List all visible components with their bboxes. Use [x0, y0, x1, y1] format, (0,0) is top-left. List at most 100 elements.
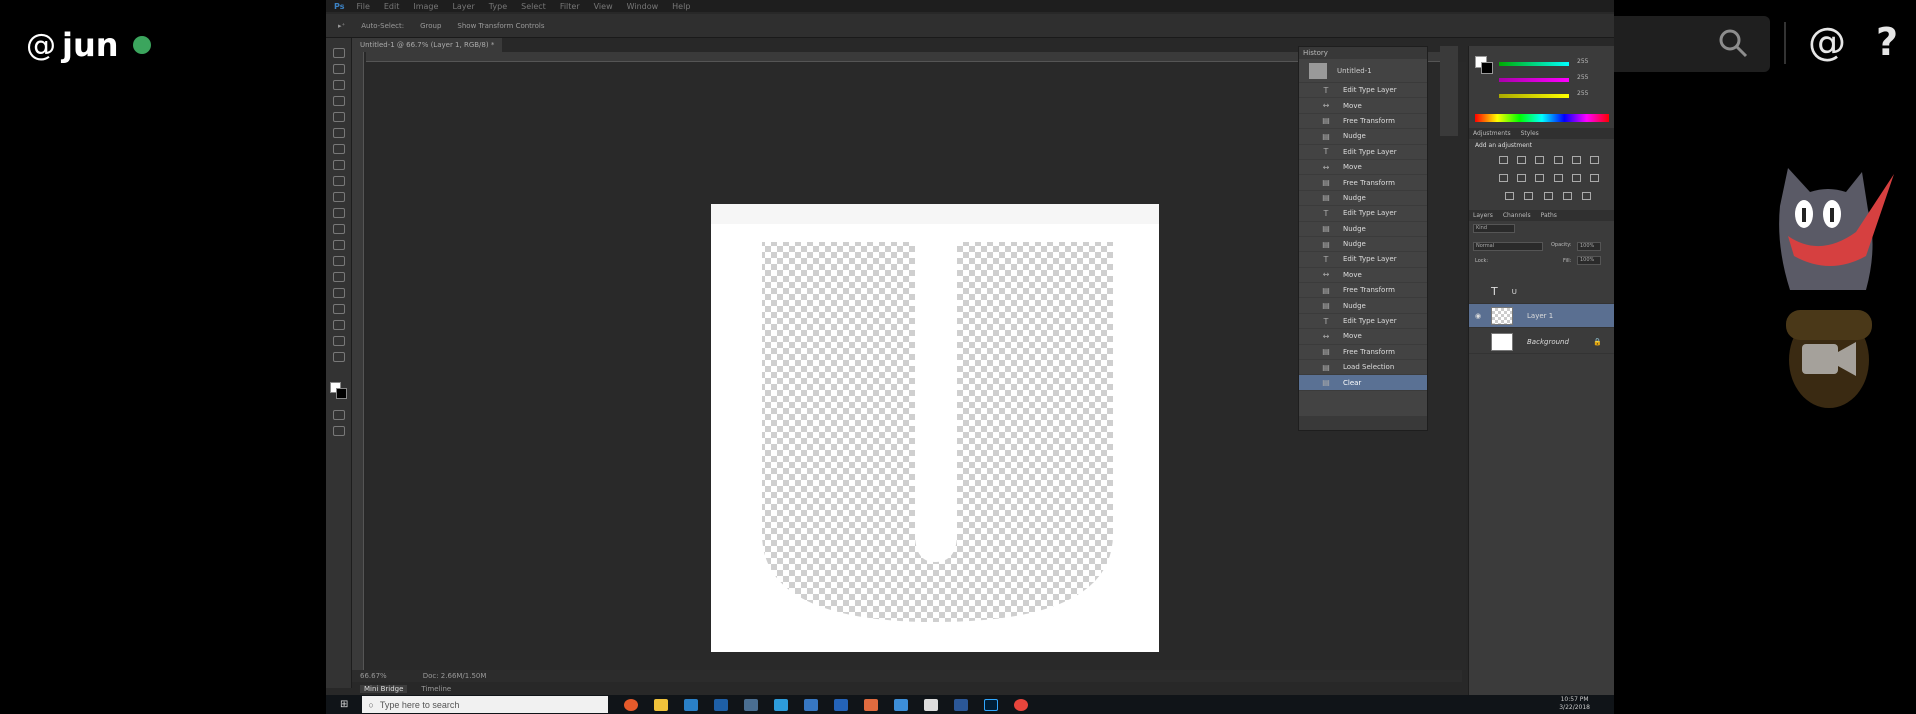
app-icon-4[interactable] — [774, 698, 789, 711]
history-item[interactable]: ↔ Move — [1299, 268, 1427, 284]
user-header[interactable]: @ jun — [26, 26, 151, 64]
tab-paths[interactable]: Paths — [1541, 212, 1557, 219]
quick-select-tool-icon[interactable] — [333, 96, 345, 106]
history-item[interactable]: T Edit Type Layer — [1299, 314, 1427, 330]
search-icon[interactable] — [1718, 28, 1748, 62]
layer-filter-kind[interactable]: Kind — [1473, 224, 1515, 233]
history-item[interactable]: ↔ Move — [1299, 98, 1427, 114]
menu-window[interactable]: Window — [627, 2, 659, 11]
move-tool-icon[interactable]: ▸⁺ — [338, 22, 345, 30]
color-slider-b[interactable] — [1499, 94, 1569, 98]
history-item[interactable]: T Edit Type Layer — [1299, 206, 1427, 222]
eyedropper-tool-icon[interactable] — [333, 128, 345, 138]
type-tool-icon[interactable] — [333, 288, 345, 298]
color-spectrum[interactable] — [1475, 114, 1609, 122]
background-swatch-small[interactable] — [1481, 62, 1493, 74]
menu-type[interactable]: Type — [489, 2, 507, 11]
history-snapshot[interactable]: Untitled-1 — [1299, 59, 1427, 83]
brush-tool-icon[interactable] — [333, 160, 345, 170]
lasso-tool-icon[interactable] — [333, 80, 345, 90]
stamp-tool-icon[interactable] — [333, 176, 345, 186]
history-item[interactable]: T Edit Type Layer — [1299, 83, 1427, 99]
zoom-level[interactable]: 66.67% — [360, 672, 387, 680]
history-item[interactable]: ▤ Load Selection — [1299, 360, 1427, 376]
video-participant-avatar[interactable] — [1786, 310, 1872, 420]
taskbar-clock[interactable]: 10:57 PM 3/22/2018 — [1559, 696, 1590, 712]
fill-input[interactable]: 100% — [1577, 256, 1601, 265]
auto-select-checkbox[interactable]: Auto-Select: — [361, 22, 404, 30]
menu-select[interactable]: Select — [521, 2, 546, 11]
marquee-tool-icon[interactable] — [333, 64, 345, 74]
adjustment-icons-row-3[interactable] — [1505, 192, 1591, 202]
windows-start-icon[interactable]: ⊞ — [340, 699, 348, 710]
shape-tool-icon[interactable] — [333, 320, 345, 330]
document-tab[interactable]: Untitled-1 @ 66.7% (Layer 1, RGB/8) * — [352, 38, 503, 52]
menu-filter[interactable]: Filter — [560, 2, 580, 11]
tab-adjustments[interactable]: Adjustments — [1473, 130, 1511, 137]
show-transform-checkbox[interactable]: Show Transform Controls — [457, 22, 544, 30]
app-icon-3[interactable] — [744, 698, 759, 711]
chrome-icon[interactable] — [624, 698, 639, 711]
collapsed-panel-icons[interactable] — [1440, 46, 1458, 136]
document-canvas[interactable] — [711, 204, 1159, 652]
photoshop-taskbar-icon[interactable] — [984, 698, 999, 711]
history-item[interactable]: ↔ Move — [1299, 329, 1427, 345]
history-item[interactable]: ▤ Nudge — [1299, 129, 1427, 145]
color-value-r[interactable]: 255 — [1577, 58, 1588, 65]
history-item[interactable]: ▤ Free Transform — [1299, 114, 1427, 130]
app-icon-5[interactable] — [804, 698, 819, 711]
opacity-input[interactable]: 100% — [1577, 242, 1601, 251]
menu-layer[interactable]: Layer — [452, 2, 474, 11]
app-icon-6[interactable] — [834, 698, 849, 711]
word-icon[interactable] — [954, 698, 969, 711]
history-item[interactable]: ▤ Nudge — [1299, 298, 1427, 314]
tab-mini-bridge[interactable]: Mini Bridge — [360, 685, 408, 693]
history-item[interactable]: ▤ Free Transform — [1299, 345, 1427, 361]
path-select-tool-icon[interactable] — [333, 304, 345, 314]
move-tool-icon[interactable] — [333, 48, 345, 58]
screen-mode-icon[interactable] — [333, 426, 345, 436]
blur-tool-icon[interactable] — [333, 240, 345, 250]
app-icon-2[interactable] — [714, 698, 729, 711]
zoom-tool-icon[interactable] — [333, 352, 345, 362]
blend-mode-select[interactable]: Normal — [1473, 242, 1543, 251]
history-item[interactable]: ▤ Nudge — [1299, 237, 1427, 253]
history-item[interactable]: T Edit Type Layer — [1299, 145, 1427, 160]
menu-help[interactable]: Help — [672, 2, 690, 11]
color-value-b[interactable]: 255 — [1577, 90, 1588, 97]
history-item[interactable]: ▤ Free Transform — [1299, 175, 1427, 191]
eye-icon[interactable]: ◉ — [1475, 312, 1481, 320]
color-slider-g[interactable] — [1499, 78, 1569, 82]
history-item[interactable]: ▤ Clear — [1299, 375, 1427, 391]
quick-mask-icon[interactable] — [333, 410, 345, 420]
layer-row-selected[interactable]: ◉ Layer 1 — [1469, 304, 1614, 328]
tab-layers[interactable]: Layers — [1473, 212, 1493, 219]
color-slider-r[interactable] — [1499, 62, 1569, 66]
tab-styles[interactable]: Styles — [1521, 130, 1539, 137]
layer-row-type[interactable]: T U — [1469, 280, 1614, 304]
help-button[interactable]: ? — [1876, 20, 1898, 64]
cat-avatar[interactable] — [1770, 166, 1896, 292]
menu-edit[interactable]: Edit — [384, 2, 400, 11]
crop-tool-icon[interactable] — [333, 112, 345, 122]
tab-channels[interactable]: Channels — [1503, 212, 1531, 219]
mail-icon[interactable] — [924, 698, 939, 711]
auto-select-dropdown[interactable]: Group — [420, 22, 441, 30]
file-explorer-icon[interactable] — [654, 698, 669, 711]
history-item[interactable]: ▤ Nudge — [1299, 191, 1427, 207]
history-item[interactable]: T Edit Type Layer — [1299, 252, 1427, 268]
history-brush-tool-icon[interactable] — [333, 192, 345, 202]
adjustment-icons-row-2[interactable] — [1499, 174, 1599, 184]
menu-file[interactable]: File — [356, 2, 369, 11]
history-item[interactable]: ▤ Free Transform — [1299, 283, 1427, 299]
history-panel-title[interactable]: History — [1299, 47, 1427, 59]
tab-timeline[interactable]: Timeline — [421, 685, 451, 693]
eraser-tool-icon[interactable] — [333, 208, 345, 218]
dodge-tool-icon[interactable] — [333, 256, 345, 266]
adjustment-icons-row-1[interactable] — [1499, 156, 1599, 166]
app-icon-1[interactable] — [684, 698, 699, 711]
mentions-button[interactable]: @ — [1808, 20, 1846, 64]
healing-tool-icon[interactable] — [333, 144, 345, 154]
taskbar-search[interactable]: ○ Type here to search — [362, 696, 609, 713]
app-icon-7[interactable] — [864, 698, 879, 711]
